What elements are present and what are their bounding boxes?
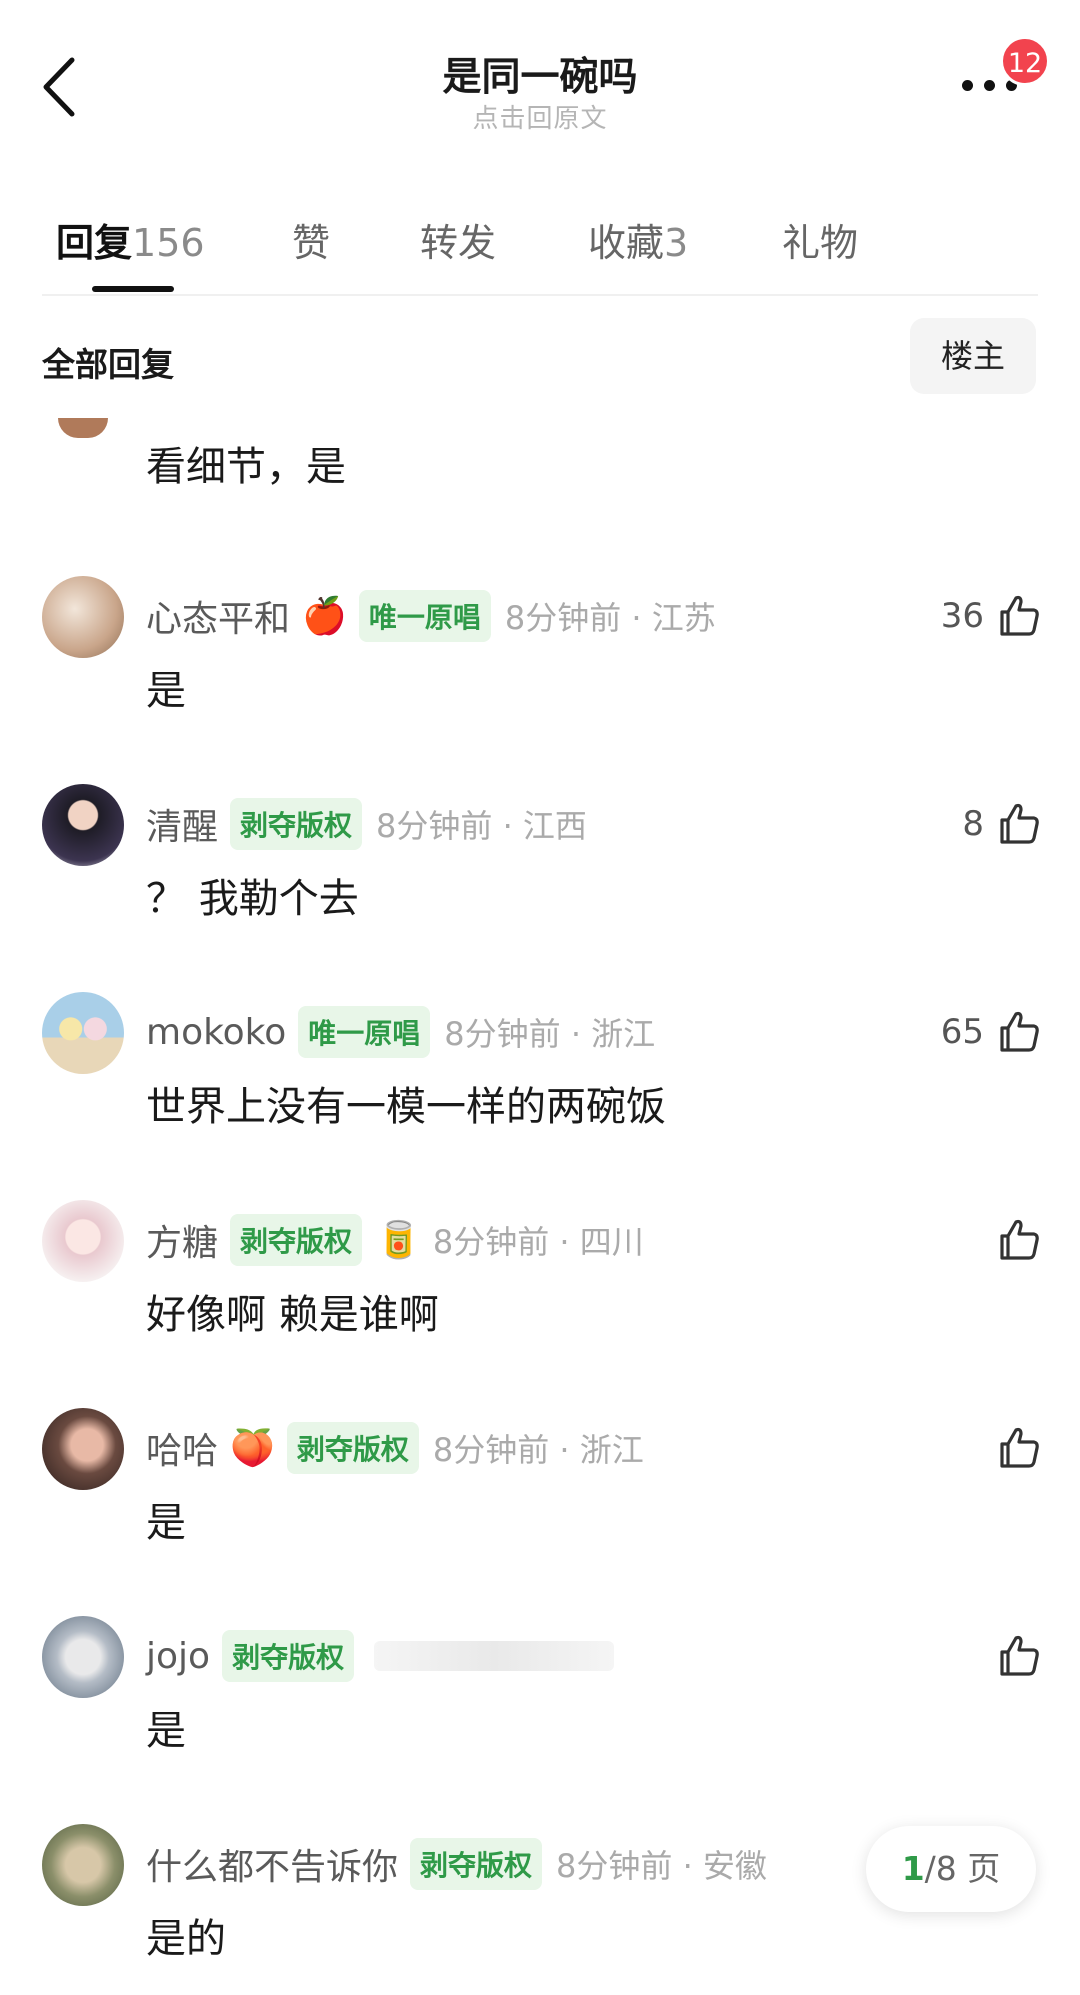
avatar[interactable] [42, 576, 124, 658]
like-count: 8 [962, 804, 984, 844]
comment-item: 清醒 剥夺版权 8分钟前 · 江西 8 ？ 我勒个去 [0, 784, 1080, 984]
like-button[interactable]: 8 [962, 794, 1042, 854]
timestamp: 8分钟前 · 江西 [376, 807, 587, 845]
comment-text: ？ 我勒个去 [146, 876, 359, 922]
tab-label: 赞 [292, 221, 331, 265]
timestamp: 8分钟前 · 浙江 [432, 1431, 644, 1469]
more-dot-icon [962, 80, 973, 91]
like-button[interactable]: 36 [941, 586, 1042, 646]
comment-meta: 什么都不告诉你 剥夺版权 8分钟前 · 安徽 [146, 1836, 767, 1892]
avatar[interactable] [58, 418, 108, 438]
username[interactable]: 哈哈 [146, 1422, 218, 1474]
avatar[interactable] [42, 1616, 124, 1698]
page-indicator[interactable]: 1/8 页 [866, 1826, 1036, 1912]
username[interactable]: 清醒 [146, 798, 218, 850]
comment-text: 是 [146, 668, 186, 714]
blurred-timestamp [374, 1641, 615, 1671]
user-tag: 唯一原唱 [358, 590, 491, 642]
thumbs-up-icon [1000, 1635, 1039, 1676]
like-button[interactable] [994, 1418, 1042, 1478]
comment-meta: mokoko 唯一原唱 8分钟前 · 浙江 [146, 1004, 655, 1060]
comment-text: 看细节，是 [146, 444, 346, 490]
comment-text: 是 [146, 1500, 186, 1546]
user-tag: 剥夺版权 [222, 1630, 355, 1682]
top-bar: 是同一碗吗 点击回原文 12 [0, 0, 1080, 170]
comment-meta: 心态平和 🍎 唯一原唱 8分钟前 · 江苏 [146, 588, 716, 644]
comment-item: 哈哈 🍑 剥夺版权 8分钟前 · 浙江 是 [0, 1408, 1080, 1608]
all-replies-heading: 全部回复 [42, 345, 174, 384]
like-count: 36 [940, 596, 984, 636]
owner-filter-button[interactable]: 楼主 [910, 318, 1036, 394]
tab-favorites[interactable]: 收藏3 [588, 212, 688, 267]
username[interactable]: 什么都不告诉你 [146, 1838, 398, 1890]
comment-item: 心态平和 🍎 唯一原唱 8分钟前 · 江苏 36 是 [0, 576, 1080, 776]
more-dot-icon [984, 80, 995, 91]
divider [42, 294, 1038, 296]
drink-can-icon: 🥫 [376, 1220, 421, 1261]
thumbs-up-icon [1000, 803, 1039, 844]
comment-meta: 清醒 剥夺版权 8分钟前 · 江西 [146, 796, 587, 852]
thumbs-up-icon [1000, 1219, 1039, 1260]
current-page: 1 [901, 1849, 925, 1888]
comment-item: 看细节，是 [0, 418, 1080, 498]
apple-icon: 🍎 [302, 596, 347, 637]
user-tag: 剥夺版权 [230, 1214, 363, 1266]
user-tag: 唯一原唱 [298, 1006, 431, 1058]
timestamp: 8分钟前 · 浙江 [444, 1015, 656, 1053]
user-tag: 剥夺版权 [286, 1422, 419, 1474]
comment-item: 方糖 剥夺版权 🥫 8分钟前 · 四川 好像啊 赖是谁啊 [0, 1200, 1080, 1400]
like-count: 65 [940, 1012, 984, 1052]
comment-meta: 方糖 剥夺版权 🥫 8分钟前 · 四川 [146, 1212, 644, 1268]
timestamp: 8分钟前 · 安徽 [556, 1847, 767, 1885]
thumbs-up-icon [1000, 595, 1039, 636]
username[interactable]: 心态平和 [146, 590, 290, 642]
comment-meta: jojo 剥夺版权 [146, 1628, 615, 1684]
tab-label: 转发 [420, 221, 497, 265]
back-to-original-link[interactable]: 点击回原文 [0, 98, 1080, 135]
timestamp: 8分钟前 · 江苏 [504, 599, 716, 637]
comment-text: 世界上没有一模一样的两碗饭 [146, 1084, 666, 1130]
tab-replies[interactable]: 回复156 [56, 212, 205, 267]
thumbs-up-icon [1000, 1427, 1039, 1468]
tab-count: 156 [132, 221, 205, 265]
like-button[interactable] [994, 1210, 1042, 1270]
comment-item: mokoko 唯一原唱 8分钟前 · 浙江 65 世界上没有一模一样的两碗饭 [0, 992, 1080, 1192]
comment-text: 是 [146, 1708, 186, 1754]
notification-badge: 12 [1000, 36, 1050, 86]
comment-text: 是的 [146, 1916, 226, 1962]
peach-icon: 🍑 [230, 1428, 275, 1469]
tab-label: 回复 [56, 221, 133, 265]
like-button[interactable] [994, 1626, 1042, 1686]
avatar[interactable] [42, 1824, 124, 1906]
total-pages: /8 页 [924, 1849, 1001, 1888]
page-title: 是同一碗吗 [442, 55, 638, 100]
avatar[interactable] [42, 992, 124, 1074]
comment-meta: 哈哈 🍑 剥夺版权 8分钟前 · 浙江 [146, 1420, 644, 1476]
comment-item: jojo 剥夺版权 是 [0, 1616, 1080, 1816]
user-tag: 剥夺版权 [230, 798, 363, 850]
tab-likes[interactable]: 赞 [292, 212, 330, 267]
tab-label: 礼物 [782, 221, 859, 265]
timestamp: 8分钟前 · 四川 [432, 1223, 644, 1261]
avatar[interactable] [42, 784, 124, 866]
username[interactable]: mokoko [146, 1012, 286, 1053]
user-tag: 剥夺版权 [410, 1838, 543, 1890]
username[interactable]: jojo [146, 1636, 210, 1677]
like-button[interactable]: 65 [941, 1002, 1042, 1062]
tab-reposts[interactable]: 转发 [420, 212, 496, 267]
tab-count: 3 [664, 221, 689, 265]
tab-label: 收藏 [588, 221, 665, 265]
active-tab-indicator [92, 286, 174, 292]
avatar[interactable] [42, 1200, 124, 1282]
tab-gifts[interactable]: 礼物 [782, 212, 858, 267]
username[interactable]: 方糖 [146, 1214, 218, 1266]
tab-bar: 回复156 赞 转发 收藏3 礼物 [0, 200, 1080, 295]
avatar[interactable] [42, 1408, 124, 1490]
thumbs-up-icon [1000, 1011, 1039, 1052]
comment-text: 好像啊 赖是谁啊 [146, 1292, 439, 1338]
